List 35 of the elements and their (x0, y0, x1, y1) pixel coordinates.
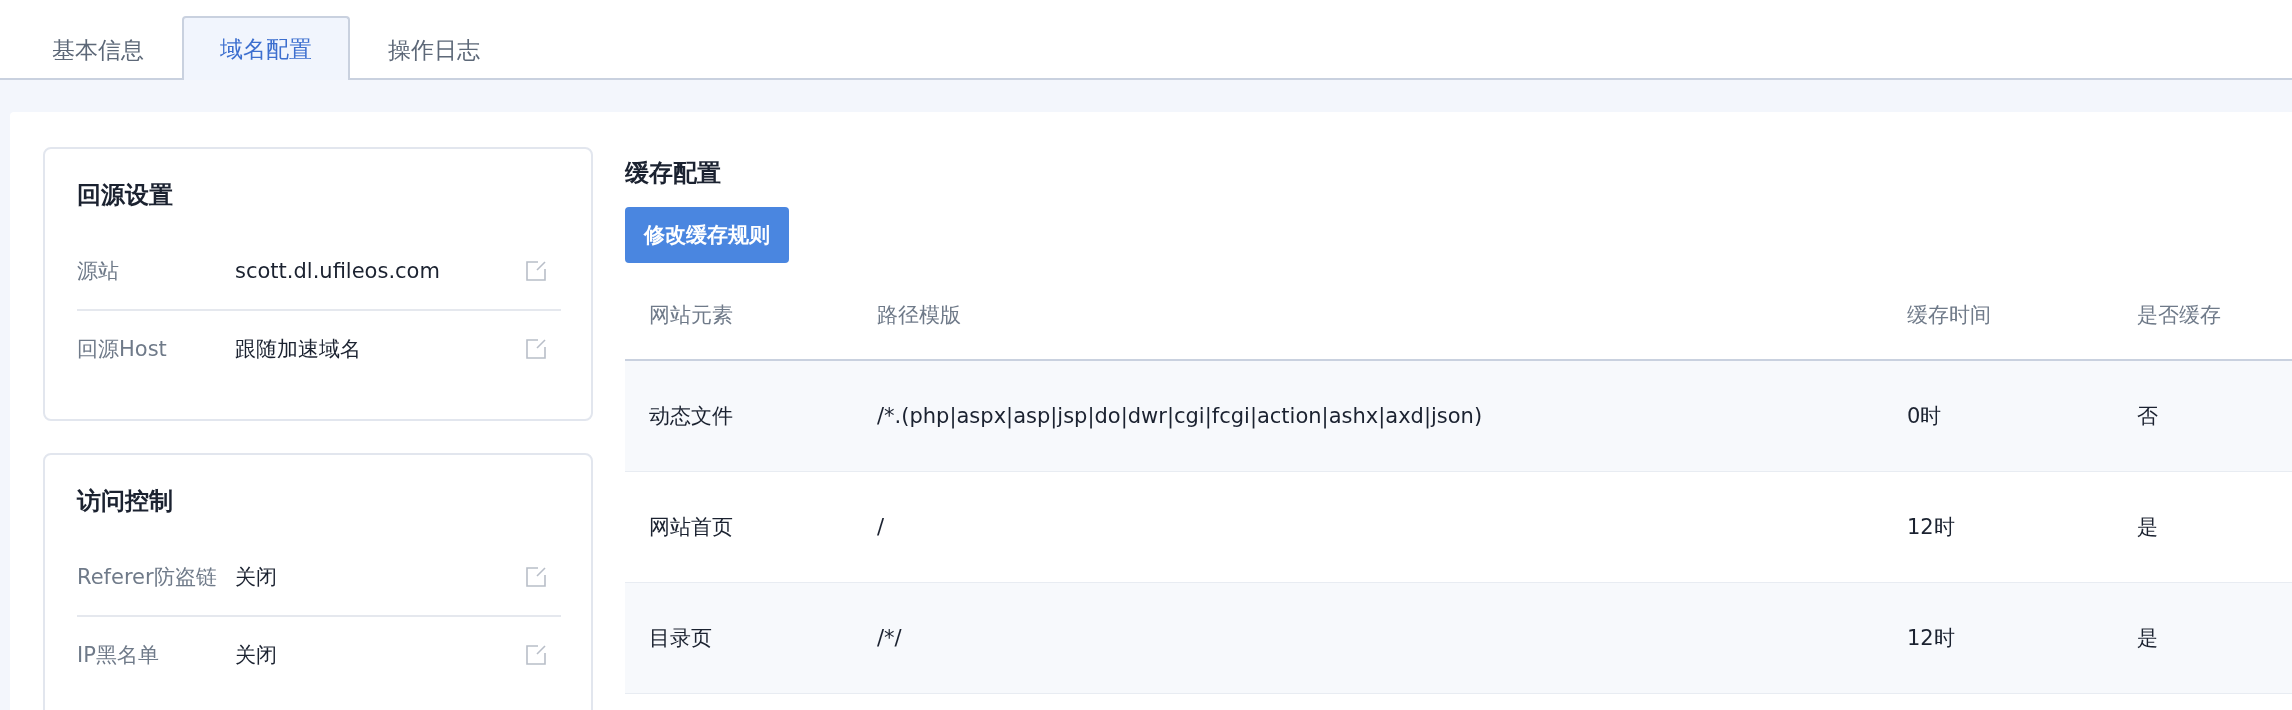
table-cell-text: 12时 (1906, 625, 1956, 652)
table-cell-text: /*.(php|aspx|asp|jsp|do|dwr|cgi|fcgi|action|ashx|axd|json) (876, 404, 1484, 428)
column-header: 缓存时间 (1906, 302, 1992, 329)
setting-label: 回源Host (77, 336, 168, 363)
setting-value: scott.dl.ufileos.com (235, 259, 441, 283)
column-header: 路径模版 (876, 302, 962, 329)
edit-icon[interactable] (525, 566, 547, 588)
tab[interactable]: 域名配置 (182, 16, 350, 80)
edit-icon[interactable] (525, 644, 547, 666)
card-title: 回源设置 (77, 180, 174, 211)
setting-label: IP黑名单 (77, 642, 160, 669)
table-cell-text: 12时 (1906, 514, 1956, 541)
tab[interactable]: 基本信息 (14, 18, 182, 80)
edit-icon[interactable] (525, 260, 547, 282)
setting-label: 源站 (77, 258, 120, 285)
table-cell-text: 是 (2136, 514, 2159, 541)
table-cell-text: 目录页 (648, 625, 713, 652)
tab[interactable]: 操作日志 (350, 18, 518, 80)
setting-value: 跟随加速域名 (235, 336, 362, 363)
table-cell-text: 网站首页 (648, 514, 734, 541)
table-cell-text: 否 (2136, 403, 2159, 430)
section-title: 缓存配置 (625, 158, 722, 189)
setting-value: 关闭 (235, 564, 278, 591)
column-header: 是否缓存 (2136, 302, 2222, 329)
setting-label: Referer防盗链 (77, 564, 218, 591)
table-cell-text: 动态文件 (648, 403, 734, 430)
edit-icon[interactable] (525, 338, 547, 360)
table-cell-text: /*/ (876, 626, 903, 650)
setting-value: 关闭 (235, 642, 278, 669)
edit-cache-rules-button[interactable]: 修改缓存规则 (625, 207, 789, 263)
table-cell-text: 0时 (1906, 403, 1943, 430)
table-cell-text: / (876, 515, 886, 539)
column-header: 网站元素 (648, 302, 734, 329)
card-title: 访问控制 (77, 486, 174, 517)
table-cell-text: 是 (2136, 625, 2159, 652)
